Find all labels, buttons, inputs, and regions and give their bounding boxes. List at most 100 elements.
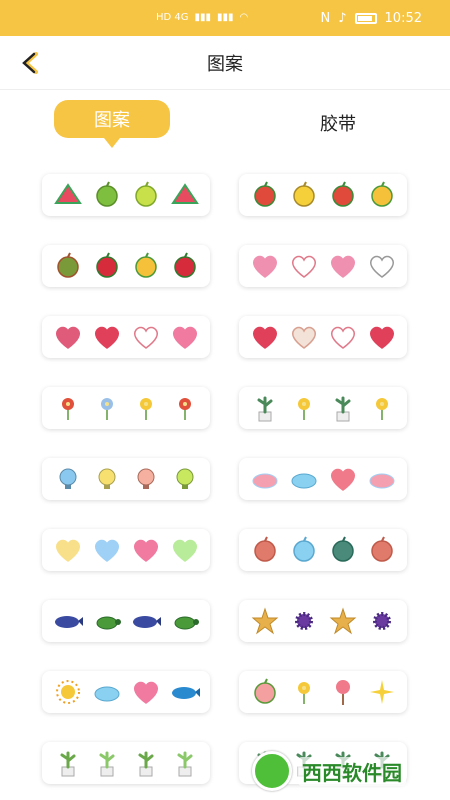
signal-icon: ▮▮▮ bbox=[194, 12, 212, 23]
whale-icon bbox=[130, 605, 162, 637]
heart-grid-icon bbox=[52, 321, 84, 353]
pear-icon bbox=[91, 179, 123, 211]
sparkle-icon bbox=[366, 676, 398, 708]
watermark-text: 西西软件园 bbox=[298, 756, 406, 786]
sun-icon bbox=[52, 676, 84, 708]
urchin-icon bbox=[288, 605, 320, 637]
cactus-icon bbox=[130, 747, 162, 779]
leaf-icon bbox=[249, 392, 281, 424]
pattern-card-pastel-heart-set[interactable] bbox=[42, 529, 210, 571]
bulb-blue-icon bbox=[52, 463, 84, 495]
flower-red-icon bbox=[169, 392, 201, 424]
signal-info: HD 4G ▮▮▮ ▮▮▮ ◠ bbox=[156, 12, 248, 23]
jellyfish-icon bbox=[288, 534, 320, 566]
heart-love-icon bbox=[366, 250, 398, 282]
heart-scribble-icon bbox=[327, 250, 359, 282]
pattern-card-doodle-heart-set[interactable] bbox=[239, 245, 407, 287]
pineapple-icon bbox=[130, 250, 162, 282]
heart-pink-icon bbox=[130, 676, 162, 708]
leaf-icon bbox=[327, 392, 359, 424]
whale-icon bbox=[52, 605, 84, 637]
watermark-logo-icon bbox=[252, 751, 292, 791]
wifi-icon: ◠ bbox=[239, 12, 249, 23]
status-right: N ♪ 10:52 bbox=[321, 11, 423, 26]
pattern-card-weather-set[interactable] bbox=[42, 671, 210, 713]
pattern-card-star-set[interactable] bbox=[239, 600, 407, 642]
flower-yellow-icon bbox=[130, 392, 162, 424]
heart-outline-icon bbox=[327, 321, 359, 353]
pattern-card-fruit-set[interactable] bbox=[42, 174, 210, 216]
avocado-icon bbox=[52, 250, 84, 282]
cloud-icon bbox=[91, 676, 123, 708]
dolphin-icon bbox=[169, 676, 201, 708]
cloud-icon bbox=[288, 463, 320, 495]
cactus-icon bbox=[52, 747, 84, 779]
pattern-card-rainbow-set[interactable] bbox=[239, 458, 407, 500]
nfc-icon: N bbox=[320, 11, 331, 26]
cherry-icon bbox=[169, 250, 201, 282]
heart-red-icon bbox=[91, 321, 123, 353]
network-label: HD 4G bbox=[156, 12, 189, 23]
heart-line-icon bbox=[288, 250, 320, 282]
bell-icon: ♪ bbox=[338, 11, 347, 26]
flower-blue-icon bbox=[91, 392, 123, 424]
heart-pink-icon bbox=[169, 321, 201, 353]
bulb-pink-icon bbox=[130, 463, 162, 495]
heart-yellow-icon bbox=[52, 534, 84, 566]
lime-icon bbox=[130, 179, 162, 211]
pattern-card-flower-set[interactable] bbox=[42, 387, 210, 429]
pattern-card-peach-set[interactable] bbox=[239, 671, 407, 713]
pattern-card-heart-set-2[interactable] bbox=[239, 316, 407, 358]
watermelon-icon bbox=[52, 179, 84, 211]
lollipop-icon bbox=[327, 676, 359, 708]
rainbow-icon bbox=[249, 463, 281, 495]
pattern-card-cactus-set[interactable] bbox=[42, 742, 210, 784]
peach-icon bbox=[249, 676, 281, 708]
banana-icon bbox=[288, 179, 320, 211]
pattern-card-fruit-set-3[interactable] bbox=[239, 174, 407, 216]
heart-dots-icon bbox=[288, 321, 320, 353]
page-title: 图案 bbox=[207, 54, 243, 75]
octopus-icon bbox=[249, 534, 281, 566]
heart-red-icon bbox=[366, 321, 398, 353]
flower-yellow-icon bbox=[288, 392, 320, 424]
pattern-card-sea-animal-set[interactable] bbox=[239, 529, 407, 571]
heart-blue-icon bbox=[91, 534, 123, 566]
status-bar: HD 4G ▮▮▮ ▮▮▮ ◠ N ♪ 10:52 bbox=[0, 0, 450, 36]
heart-green-icon bbox=[169, 534, 201, 566]
tab-pattern[interactable]: 图案 bbox=[54, 100, 170, 148]
pattern-card-leaf-set[interactable] bbox=[239, 387, 407, 429]
heart-outline-icon bbox=[130, 321, 162, 353]
flower-red-icon bbox=[52, 392, 84, 424]
starfish-icon bbox=[327, 605, 359, 637]
arrow-heart-icon bbox=[327, 463, 359, 495]
signal-icon-2: ▮▮▮ bbox=[217, 12, 234, 23]
flower-yellow-icon bbox=[288, 676, 320, 708]
heart-red-icon bbox=[249, 321, 281, 353]
tab-tape[interactable]: 胶带 bbox=[280, 110, 396, 136]
pattern-card-bulb-set[interactable] bbox=[42, 458, 210, 500]
pattern-card-fruit-set-2[interactable] bbox=[42, 245, 210, 287]
pattern-card-sea-set[interactable] bbox=[42, 600, 210, 642]
turtle-icon bbox=[169, 605, 201, 637]
flower-yellow-icon bbox=[366, 392, 398, 424]
plant-icon bbox=[169, 747, 201, 779]
starfish-icon bbox=[249, 605, 281, 637]
tomato-icon bbox=[249, 179, 281, 211]
cherry-icon bbox=[91, 250, 123, 282]
watermark: 西西软件园 bbox=[252, 745, 442, 797]
clock: 10:52 bbox=[384, 11, 422, 26]
rainbow-icon bbox=[366, 463, 398, 495]
battery-icon bbox=[354, 13, 377, 24]
urchin-icon bbox=[366, 605, 398, 637]
bulb-green-icon bbox=[169, 463, 201, 495]
crab-icon bbox=[327, 534, 359, 566]
heart-spark-icon bbox=[249, 250, 281, 282]
plant-icon bbox=[91, 747, 123, 779]
pineapple-icon bbox=[366, 179, 398, 211]
pattern-card-heart-set[interactable] bbox=[42, 316, 210, 358]
octopus-icon bbox=[366, 534, 398, 566]
watermelon-icon bbox=[169, 179, 201, 211]
tab-pattern-label: 图案 bbox=[94, 110, 130, 131]
app-bar: 图案 bbox=[0, 36, 450, 90]
